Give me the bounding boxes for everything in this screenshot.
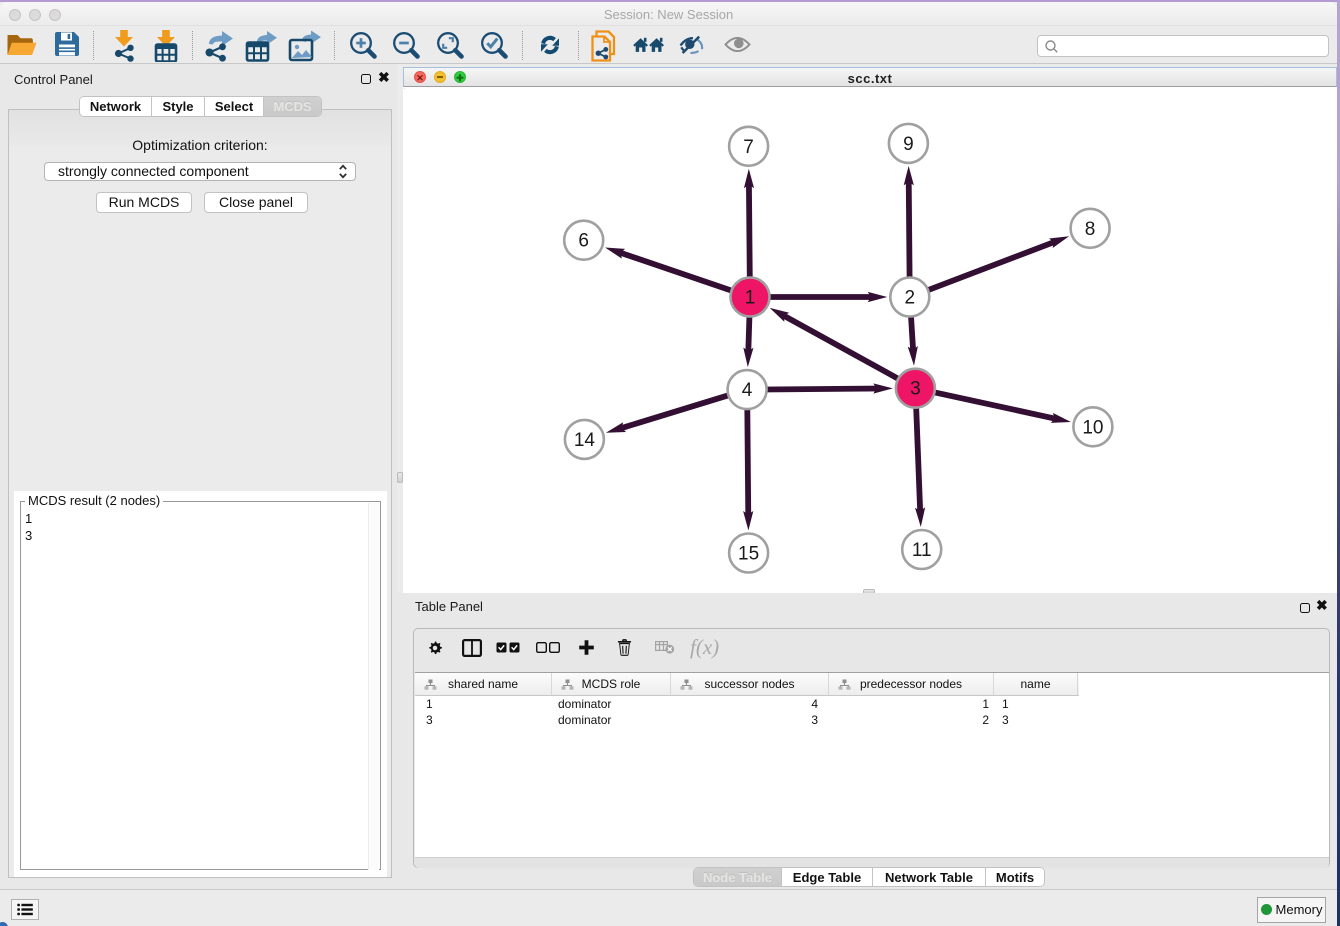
svg-text:6: 6 [578,231,589,252]
svg-text:1: 1 [745,288,756,309]
svg-text:14: 14 [574,430,596,451]
svg-text:3: 3 [910,379,921,400]
svg-text:7: 7 [743,137,754,158]
svg-text:4: 4 [742,380,753,401]
svg-text:2: 2 [905,288,916,309]
svg-text:10: 10 [1082,417,1103,438]
svg-text:11: 11 [912,540,932,561]
svg-text:15: 15 [738,544,759,565]
svg-text:9: 9 [903,134,914,155]
svg-text:8: 8 [1085,219,1096,240]
